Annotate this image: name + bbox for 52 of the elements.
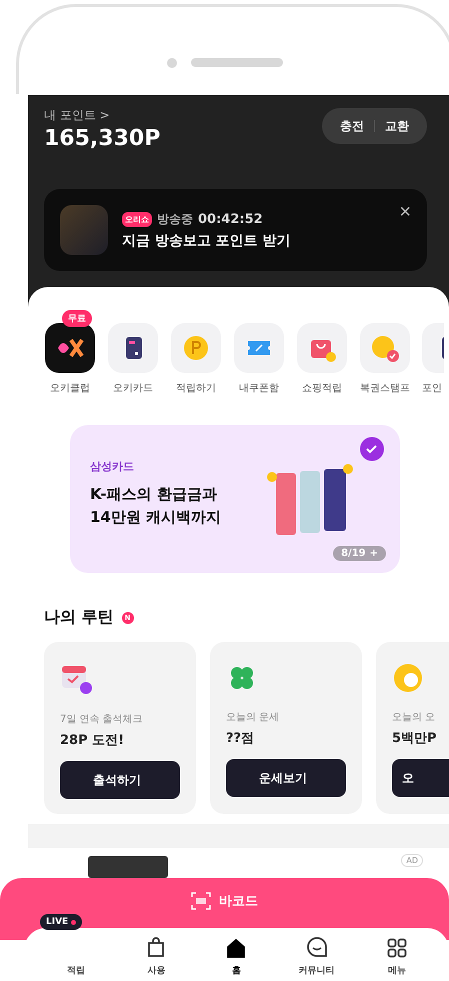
routine-button[interactable]: 출석하기 (60, 761, 180, 799)
promo-title: K-패스의 환급금과 14만원 캐시백까지 (90, 484, 222, 528)
routine-caption: 오늘의 오 (392, 711, 436, 724)
routine-headline: ??점 (226, 730, 256, 747)
shortcut-tile[interactable] (171, 323, 221, 373)
shortcut-label: 복권스탬프 (360, 382, 410, 395)
shortcut-tile[interactable] (108, 323, 158, 373)
counter-text: 8/19 (341, 548, 366, 559)
broadcast-timer: 00:42:52 (198, 212, 263, 226)
shortcut-label: 포인 (422, 382, 442, 395)
my-points-link[interactable]: 내 포인트 > (44, 107, 160, 124)
home-icon (226, 938, 246, 958)
shortcut-label: 오키카드 (113, 382, 153, 395)
shortcut-tile[interactable] (297, 323, 347, 373)
camera-dot (166, 58, 176, 68)
section-title: 나의 루틴 (44, 607, 114, 628)
live-status: 방송중 (157, 210, 193, 228)
routine-headline: 28P 도전! (60, 732, 126, 749)
free-badge: 무료 (62, 310, 92, 327)
menu-icon (386, 938, 407, 958)
routine-caption: 7일 연속 출석체크 (60, 713, 144, 726)
live-banner-title: 지금 방송보고 포인트 받기 (122, 232, 291, 250)
ad-badge: AD (401, 854, 423, 867)
routine-headline: 5백만P (392, 730, 438, 747)
routine-button[interactable]: 운세보기 (226, 759, 346, 797)
shortcut-label: 쇼핑적립 (302, 382, 342, 395)
show-tag: 오리쇼 (122, 212, 152, 226)
shopping-bag-icon (146, 936, 166, 958)
chat-bubble-icon (306, 936, 328, 958)
promo-brand: 삼성카드 (90, 459, 135, 474)
plus-sign: + (370, 548, 378, 559)
barcode-scan-icon (191, 892, 211, 910)
close-button[interactable]: × (399, 201, 411, 224)
promo-banner[interactable]: 삼성카드 K-패스의 환급금과 14만원 캐시백까지 8/19 + (70, 425, 400, 573)
live-broadcast-banner[interactable]: 오리쇼 방송중 00:42:52 지금 방송보고 포인트 받기 × (44, 189, 427, 271)
shortcut-tile[interactable] (234, 323, 284, 373)
points-action-button[interactable]: 교환 (379, 118, 415, 134)
points-balance: 165,330P (44, 126, 160, 151)
check-badge-icon (360, 437, 384, 461)
routine-caption: 오늘의 운세 (226, 711, 280, 724)
routine-button[interactable]: 오 (392, 759, 449, 797)
shortcut-label: 적립하기 (176, 382, 216, 395)
lottery-ball-icon (392, 662, 424, 694)
photo-placeholder (60, 205, 108, 255)
coin-badge-icon (370, 333, 400, 363)
shortcut-label: 오키클럽 (50, 382, 90, 395)
shortcut-label: 내쿠폰함 (239, 382, 279, 395)
shortcut-tile[interactable] (360, 323, 410, 373)
live-badge: LIVE (40, 914, 82, 930)
points-action-button[interactable]: 충전 (334, 118, 370, 134)
shortcut-tile[interactable] (45, 323, 95, 373)
coin-icon (181, 333, 211, 363)
